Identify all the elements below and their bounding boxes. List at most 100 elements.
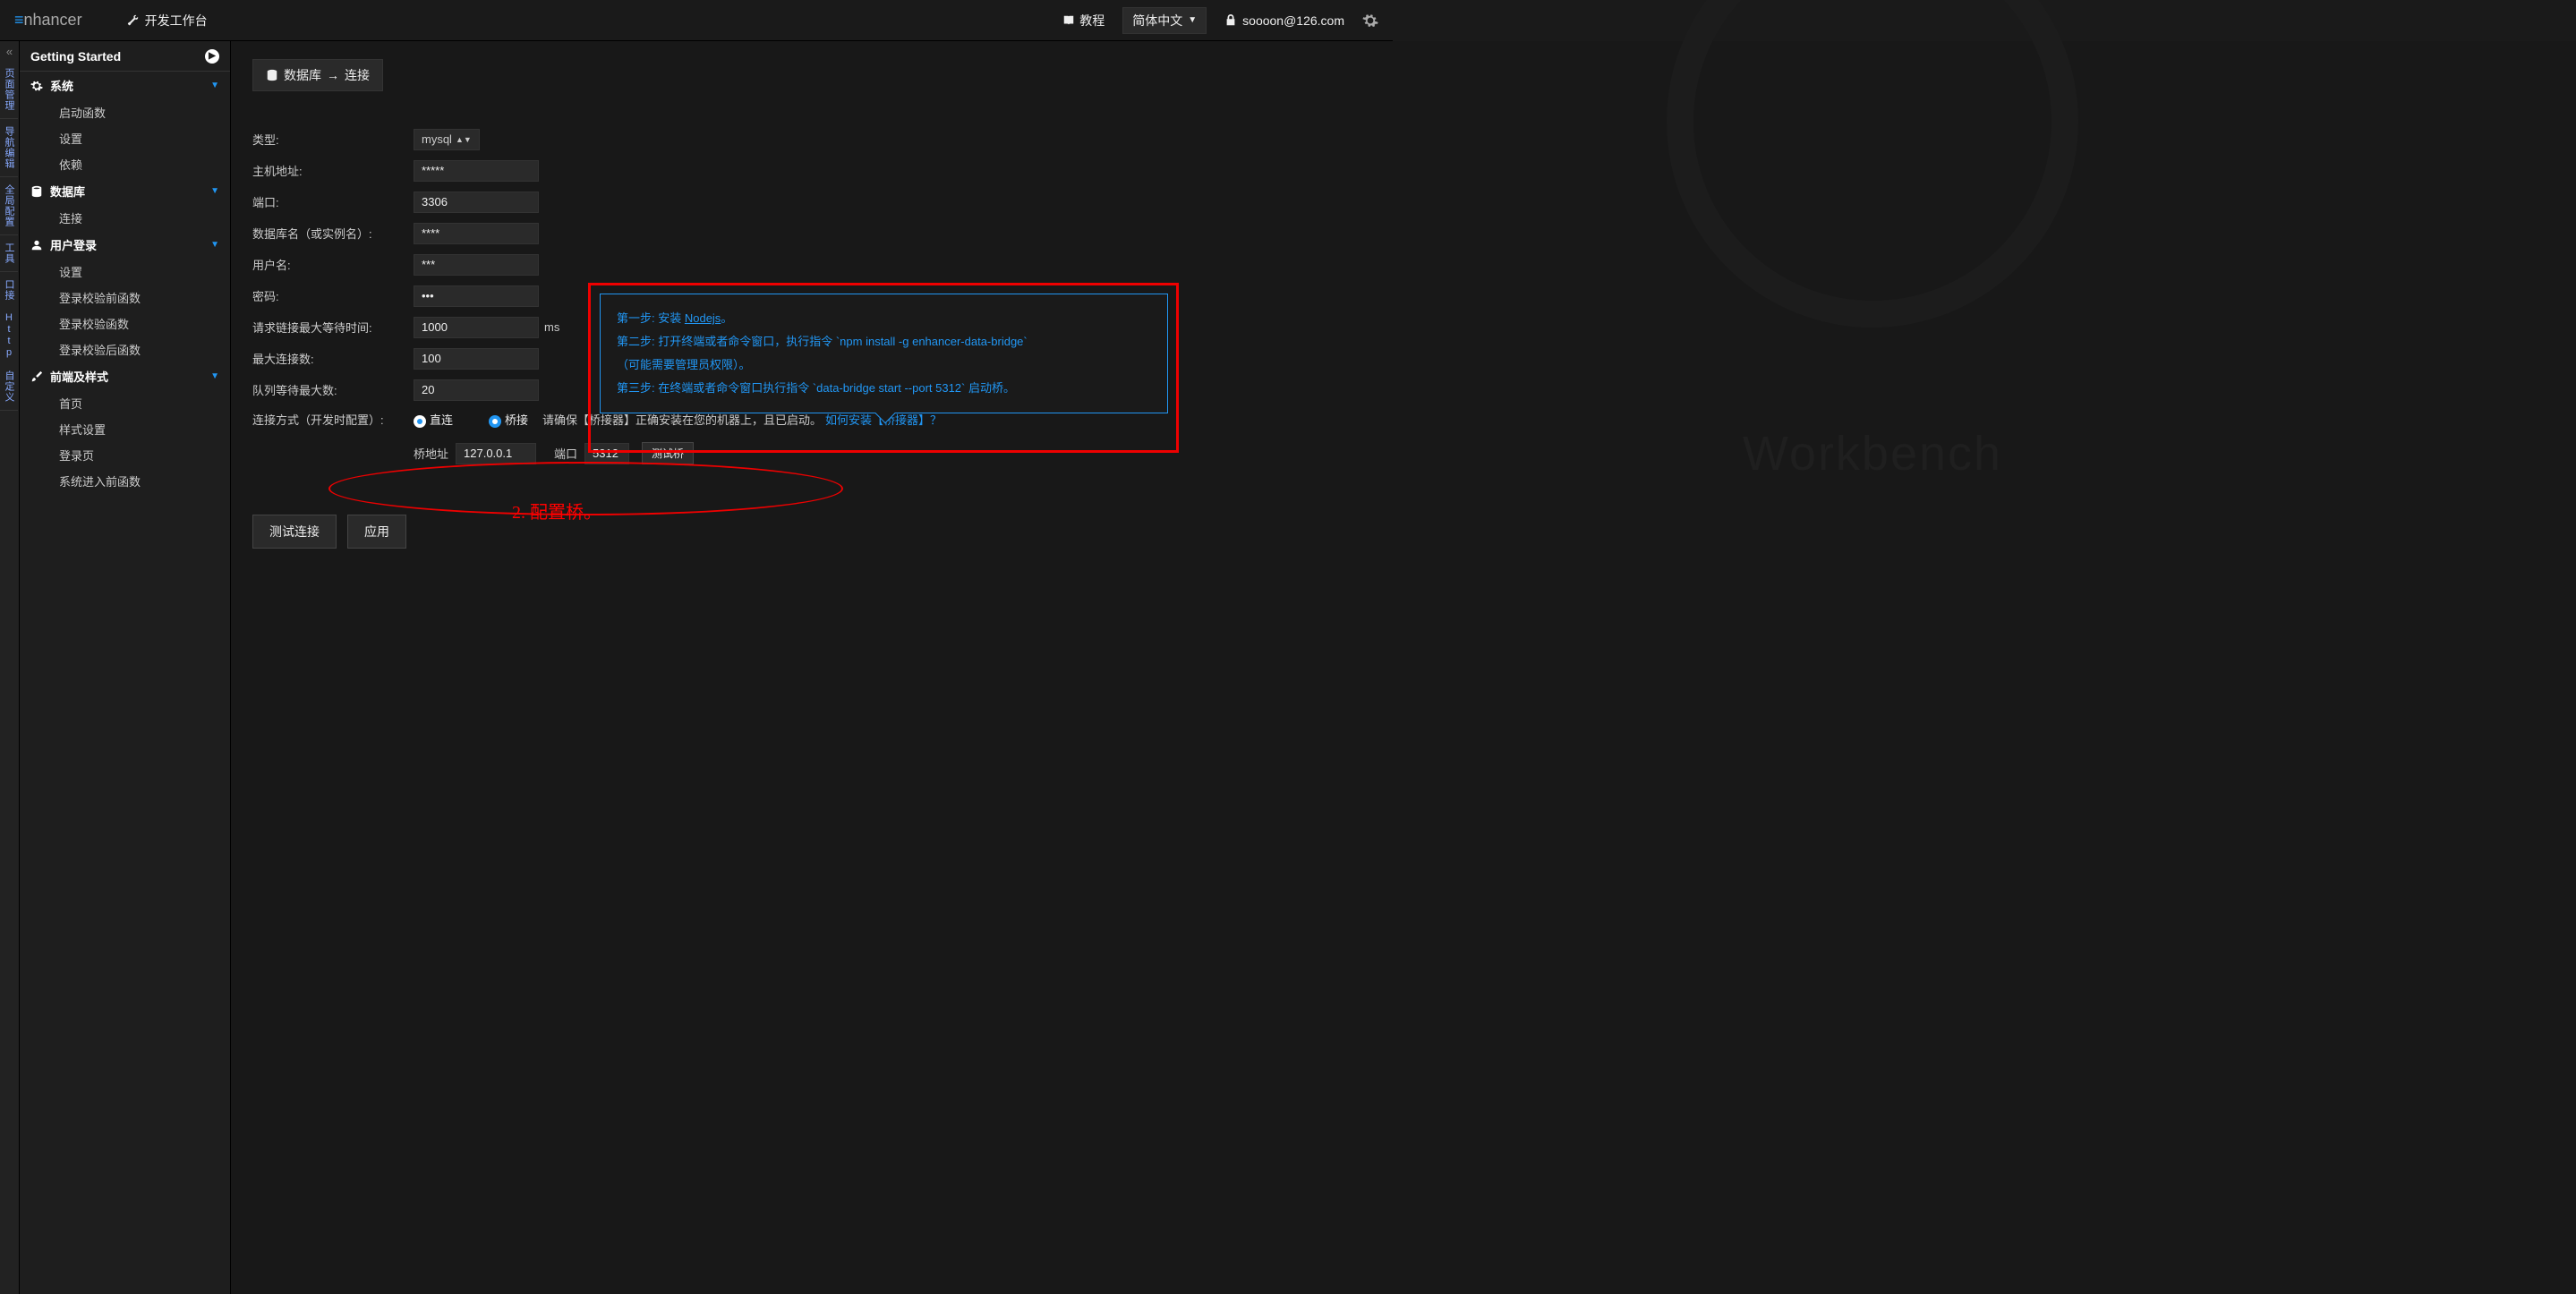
breadcrumb: 数据库 → 连接	[252, 59, 383, 91]
tooltip-step2-prefix: 第二步: 打开终端或者命令窗口，执行指令 `	[617, 335, 840, 348]
menu-item[interactable]: 登录页	[20, 442, 230, 468]
user-email: soooon@126.com	[1242, 13, 1344, 28]
radio-bridge[interactable]: 桥接	[489, 411, 528, 428]
port-label: 端口:	[252, 193, 414, 210]
dbname-input[interactable]	[414, 223, 539, 244]
menu-header-system[interactable]: 系统 ▼	[20, 72, 230, 99]
menu-label: 系统	[50, 77, 73, 94]
tooltip-step3-suffix: ` 启动桥。	[961, 381, 1015, 395]
menu-item[interactable]: 样式设置	[20, 416, 230, 442]
gear-icon	[30, 80, 43, 92]
workbench-label: 开发工作台	[145, 12, 208, 30]
user-info[interactable]: soooon@126.com	[1224, 13, 1344, 28]
dbname-label: 数据库名（或实例名）:	[252, 225, 414, 242]
rail-item-global[interactable]: 全局配置	[0, 177, 18, 235]
tooltip-step2-note: （可能需要管理员权限）。	[617, 353, 1151, 377]
menu-group-userlogin: 用户登录 ▼ 设置 登录校验前函数 登录校验函数 登录校验后函数	[20, 231, 230, 362]
timeout-label: 请求链接最大等待时间:	[252, 319, 414, 336]
menu-label: 数据库	[50, 183, 85, 200]
tooltip-step2-cmd: npm install -g enhancer-data-bridge	[840, 335, 1023, 348]
maxqueue-label: 队列等待最大数:	[252, 381, 414, 398]
menu-item[interactable]: 首页	[20, 390, 230, 416]
type-select[interactable]: mysql ▲▼	[414, 129, 480, 150]
maxqueue-input[interactable]	[414, 379, 539, 401]
test-bridge-button[interactable]: 测试桥	[642, 442, 694, 464]
menu-item[interactable]: 连接	[20, 205, 230, 231]
database-icon	[266, 69, 278, 81]
menu-item[interactable]: 登录校验前函数	[20, 285, 230, 311]
caret-down-icon: ▼	[210, 371, 219, 381]
menu-group-system: 系统 ▼ 启动函数 设置 依赖	[20, 72, 230, 177]
lock-icon	[1224, 14, 1237, 27]
tooltip-step1-suffix: 。	[721, 311, 732, 325]
menu-header-frontend[interactable]: 前端及样式 ▼	[20, 362, 230, 390]
caret-down-icon: ▼	[1188, 15, 1197, 25]
db-connection-form: 类型: mysql ▲▼ 主机地址: 端口: 数据库名（或实例名）: 用户名: …	[252, 123, 2555, 549]
menu-label: 前端及样式	[50, 368, 108, 385]
radio-direct[interactable]: 直连	[414, 411, 453, 428]
menu-group-frontend: 前端及样式 ▼ 首页 样式设置 登录页 系统进入前函数	[20, 362, 230, 494]
header-right: 教程 简体中文 ▼ soooon@126.com	[1062, 7, 1378, 34]
tutorial-label: 教程	[1079, 12, 1105, 30]
breadcrumb-db: 数据库	[284, 66, 321, 84]
select-arrows-icon: ▲▼	[456, 135, 472, 144]
connmethod-label: 连接方式（开发时配置）:	[252, 411, 414, 428]
main-content: Workbench 数据库 → 连接 类型: mysql ▲▼ 主机地址: 端口…	[231, 41, 2576, 1294]
logo-icon: ≡	[14, 11, 22, 29]
port-input[interactable]	[414, 192, 539, 213]
header: ≡nhancer 开发工作台 教程 简体中文 ▼ soooon@126.com	[0, 0, 1393, 41]
arrow-right-icon: →	[327, 68, 339, 82]
sidebar: Getting Started ▶ 系统 ▼ 启动函数 设置 依赖 数据库 ▼ …	[20, 41, 231, 1294]
workbench-link[interactable]: 开发工作台	[127, 12, 208, 30]
rail-item-http[interactable]: 口接 Http 自定义	[0, 272, 18, 411]
type-label: 类型:	[252, 131, 414, 148]
timeout-unit: ms	[544, 320, 559, 334]
bridge-port-input[interactable]	[584, 443, 629, 464]
rail-item-pages[interactable]: 页面管理	[0, 61, 18, 119]
tooltip-step2-suffix: `	[1023, 335, 1027, 348]
caret-down-icon: ▼	[210, 186, 219, 196]
bridge-install-tooltip: 第一步: 安装 Nodejs。 第二步: 打开终端或者命令窗口，执行指令 `np…	[600, 294, 1168, 413]
menu-item[interactable]: 启动函数	[20, 99, 230, 125]
password-label: 密码:	[252, 287, 414, 304]
menu-header-userlogin[interactable]: 用户登录 ▼	[20, 231, 230, 259]
type-value: mysql	[422, 132, 452, 146]
timeout-input[interactable]	[414, 317, 539, 338]
left-rail: « 页面管理 导航编辑 全局配置 工具 口接 Http 自定义	[0, 41, 20, 1294]
maxconn-label: 最大连接数:	[252, 350, 414, 367]
password-input[interactable]	[414, 285, 539, 307]
rail-collapse-button[interactable]: «	[0, 41, 19, 61]
menu-item[interactable]: 依赖	[20, 151, 230, 177]
app-logo: ≡nhancer	[14, 11, 82, 30]
menu-item[interactable]: 系统进入前函数	[20, 468, 230, 494]
rail-item-tools[interactable]: 工具	[0, 235, 18, 272]
annotation-text-2: 2. 配置桥。	[512, 498, 601, 524]
rail-item-nav[interactable]: 导航编辑	[0, 119, 18, 177]
tooltip-step3-cmd: data-bridge start --port 5312	[816, 381, 961, 395]
wrench-icon	[127, 14, 140, 27]
play-button[interactable]: ▶	[205, 49, 219, 64]
tutorial-link[interactable]: 教程	[1062, 12, 1105, 30]
settings-button[interactable]	[1362, 13, 1378, 29]
brush-icon	[30, 370, 43, 383]
host-input[interactable]	[414, 160, 539, 182]
menu-header-database[interactable]: 数据库 ▼	[20, 177, 230, 205]
user-input[interactable]	[414, 254, 539, 276]
menu-item[interactable]: 设置	[20, 259, 230, 285]
bridge-addr-label: 桥地址	[414, 445, 448, 462]
user-icon	[30, 239, 43, 251]
menu-item[interactable]: 设置	[20, 125, 230, 151]
bridge-addr-input[interactable]	[456, 443, 536, 464]
logo-text: nhancer	[24, 11, 82, 29]
menu-group-database: 数据库 ▼ 连接	[20, 177, 230, 231]
menu-item[interactable]: 登录校验函数	[20, 311, 230, 336]
database-icon	[30, 185, 43, 198]
caret-down-icon: ▼	[210, 240, 219, 250]
user-label: 用户名:	[252, 256, 414, 273]
language-select[interactable]: 简体中文 ▼	[1122, 7, 1207, 34]
maxconn-input[interactable]	[414, 348, 539, 370]
apply-button[interactable]: 应用	[347, 515, 406, 549]
test-connection-button[interactable]: 测试连接	[252, 515, 337, 549]
menu-item[interactable]: 登录校验后函数	[20, 336, 230, 362]
tooltip-nodejs-link[interactable]: Nodejs	[685, 311, 721, 325]
